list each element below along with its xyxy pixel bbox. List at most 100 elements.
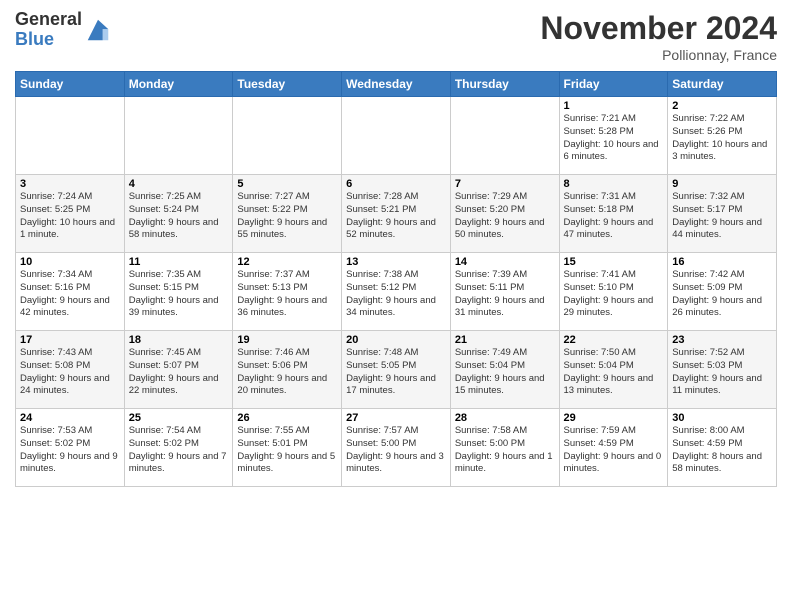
day-info: Sunrise: 7:32 AMSunset: 5:17 PMDaylight:… <box>672 191 762 240</box>
day-number: 9 <box>672 178 772 190</box>
day-number: 1 <box>564 100 664 112</box>
calendar-cell-w2-d4: 7Sunrise: 7:29 AMSunset: 5:20 PMDaylight… <box>450 175 559 253</box>
day-info: Sunrise: 7:24 AMSunset: 5:25 PMDaylight:… <box>20 191 115 240</box>
week-row-3: 10Sunrise: 7:34 AMSunset: 5:16 PMDayligh… <box>16 253 777 331</box>
logo: General Blue <box>15 10 112 50</box>
day-info: Sunrise: 7:52 AMSunset: 5:03 PMDaylight:… <box>672 347 762 396</box>
week-row-2: 3Sunrise: 7:24 AMSunset: 5:25 PMDaylight… <box>16 175 777 253</box>
day-number: 14 <box>455 256 555 268</box>
month-title: November 2024 <box>540 10 777 47</box>
day-info: Sunrise: 8:00 AMSunset: 4:59 PMDaylight:… <box>672 425 762 474</box>
header-saturday: Saturday <box>668 72 777 97</box>
week-row-4: 17Sunrise: 7:43 AMSunset: 5:08 PMDayligh… <box>16 331 777 409</box>
day-info: Sunrise: 7:43 AMSunset: 5:08 PMDaylight:… <box>20 347 110 396</box>
day-info: Sunrise: 7:21 AMSunset: 5:28 PMDaylight:… <box>564 113 659 162</box>
day-info: Sunrise: 7:59 AMSunset: 4:59 PMDaylight:… <box>564 425 662 474</box>
title-block: November 2024 Pollionnay, France <box>540 10 777 63</box>
weekday-header-row: Sunday Monday Tuesday Wednesday Thursday… <box>16 72 777 97</box>
calendar-cell-w4-d6: 23Sunrise: 7:52 AMSunset: 5:03 PMDayligh… <box>668 331 777 409</box>
calendar-cell-w4-d4: 21Sunrise: 7:49 AMSunset: 5:04 PMDayligh… <box>450 331 559 409</box>
calendar-cell-w4-d1: 18Sunrise: 7:45 AMSunset: 5:07 PMDayligh… <box>124 331 233 409</box>
day-number: 6 <box>346 178 446 190</box>
location: Pollionnay, France <box>540 47 777 63</box>
day-info: Sunrise: 7:48 AMSunset: 5:05 PMDaylight:… <box>346 347 436 396</box>
calendar-cell-w1-d6: 2Sunrise: 7:22 AMSunset: 5:26 PMDaylight… <box>668 97 777 175</box>
day-number: 17 <box>20 334 120 346</box>
day-info: Sunrise: 7:25 AMSunset: 5:24 PMDaylight:… <box>129 191 219 240</box>
day-info: Sunrise: 7:50 AMSunset: 5:04 PMDaylight:… <box>564 347 654 396</box>
day-number: 18 <box>129 334 229 346</box>
day-info: Sunrise: 7:54 AMSunset: 5:02 PMDaylight:… <box>129 425 227 474</box>
day-number: 21 <box>455 334 555 346</box>
page-container: General Blue November 2024 Pollionnay, F… <box>0 0 792 492</box>
calendar-cell-w1-d5: 1Sunrise: 7:21 AMSunset: 5:28 PMDaylight… <box>559 97 668 175</box>
day-number: 29 <box>564 412 664 424</box>
calendar-cell-w2-d5: 8Sunrise: 7:31 AMSunset: 5:18 PMDaylight… <box>559 175 668 253</box>
day-info: Sunrise: 7:42 AMSunset: 5:09 PMDaylight:… <box>672 269 762 318</box>
page-header: General Blue November 2024 Pollionnay, F… <box>15 10 777 63</box>
day-info: Sunrise: 7:49 AMSunset: 5:04 PMDaylight:… <box>455 347 545 396</box>
calendar-cell-w2-d6: 9Sunrise: 7:32 AMSunset: 5:17 PMDaylight… <box>668 175 777 253</box>
day-info: Sunrise: 7:53 AMSunset: 5:02 PMDaylight:… <box>20 425 118 474</box>
header-monday: Monday <box>124 72 233 97</box>
calendar-cell-w5-d2: 26Sunrise: 7:55 AMSunset: 5:01 PMDayligh… <box>233 409 342 487</box>
day-number: 26 <box>237 412 337 424</box>
calendar-cell-w3-d1: 11Sunrise: 7:35 AMSunset: 5:15 PMDayligh… <box>124 253 233 331</box>
day-number: 12 <box>237 256 337 268</box>
calendar-cell-w2-d0: 3Sunrise: 7:24 AMSunset: 5:25 PMDaylight… <box>16 175 125 253</box>
day-number: 25 <box>129 412 229 424</box>
calendar-cell-w5-d1: 25Sunrise: 7:54 AMSunset: 5:02 PMDayligh… <box>124 409 233 487</box>
day-info: Sunrise: 7:41 AMSunset: 5:10 PMDaylight:… <box>564 269 654 318</box>
day-number: 23 <box>672 334 772 346</box>
calendar-cell-w4-d3: 20Sunrise: 7:48 AMSunset: 5:05 PMDayligh… <box>342 331 451 409</box>
day-number: 30 <box>672 412 772 424</box>
day-info: Sunrise: 7:34 AMSunset: 5:16 PMDaylight:… <box>20 269 110 318</box>
day-number: 4 <box>129 178 229 190</box>
day-number: 8 <box>564 178 664 190</box>
calendar-cell-w3-d2: 12Sunrise: 7:37 AMSunset: 5:13 PMDayligh… <box>233 253 342 331</box>
day-number: 7 <box>455 178 555 190</box>
logo-general: General <box>15 10 82 30</box>
day-number: 11 <box>129 256 229 268</box>
calendar-cell-w1-d4 <box>450 97 559 175</box>
calendar-cell-w1-d3 <box>342 97 451 175</box>
day-number: 28 <box>455 412 555 424</box>
header-tuesday: Tuesday <box>233 72 342 97</box>
header-wednesday: Wednesday <box>342 72 451 97</box>
calendar-cell-w4-d0: 17Sunrise: 7:43 AMSunset: 5:08 PMDayligh… <box>16 331 125 409</box>
calendar-table: Sunday Monday Tuesday Wednesday Thursday… <box>15 71 777 487</box>
calendar-cell-w5-d4: 28Sunrise: 7:58 AMSunset: 5:00 PMDayligh… <box>450 409 559 487</box>
calendar-cell-w5-d3: 27Sunrise: 7:57 AMSunset: 5:00 PMDayligh… <box>342 409 451 487</box>
day-number: 22 <box>564 334 664 346</box>
calendar-cell-w5-d5: 29Sunrise: 7:59 AMSunset: 4:59 PMDayligh… <box>559 409 668 487</box>
day-number: 19 <box>237 334 337 346</box>
day-info: Sunrise: 7:55 AMSunset: 5:01 PMDaylight:… <box>237 425 335 474</box>
calendar-cell-w3-d4: 14Sunrise: 7:39 AMSunset: 5:11 PMDayligh… <box>450 253 559 331</box>
logo-blue: Blue <box>15 30 82 50</box>
day-number: 5 <box>237 178 337 190</box>
day-info: Sunrise: 7:22 AMSunset: 5:26 PMDaylight:… <box>672 113 767 162</box>
day-number: 20 <box>346 334 446 346</box>
day-number: 16 <box>672 256 772 268</box>
day-info: Sunrise: 7:28 AMSunset: 5:21 PMDaylight:… <box>346 191 436 240</box>
day-number: 15 <box>564 256 664 268</box>
day-number: 27 <box>346 412 446 424</box>
day-info: Sunrise: 7:27 AMSunset: 5:22 PMDaylight:… <box>237 191 327 240</box>
calendar-cell-w4-d5: 22Sunrise: 7:50 AMSunset: 5:04 PMDayligh… <box>559 331 668 409</box>
calendar-cell-w1-d2 <box>233 97 342 175</box>
calendar-cell-w2-d2: 5Sunrise: 7:27 AMSunset: 5:22 PMDaylight… <box>233 175 342 253</box>
day-info: Sunrise: 7:35 AMSunset: 5:15 PMDaylight:… <box>129 269 219 318</box>
calendar-cell-w5-d0: 24Sunrise: 7:53 AMSunset: 5:02 PMDayligh… <box>16 409 125 487</box>
logo-text: General Blue <box>15 10 82 50</box>
day-info: Sunrise: 7:58 AMSunset: 5:00 PMDaylight:… <box>455 425 553 474</box>
calendar-cell-w3-d6: 16Sunrise: 7:42 AMSunset: 5:09 PMDayligh… <box>668 253 777 331</box>
day-info: Sunrise: 7:38 AMSunset: 5:12 PMDaylight:… <box>346 269 436 318</box>
calendar-cell-w3-d0: 10Sunrise: 7:34 AMSunset: 5:16 PMDayligh… <box>16 253 125 331</box>
day-number: 3 <box>20 178 120 190</box>
calendar-cell-w2-d1: 4Sunrise: 7:25 AMSunset: 5:24 PMDaylight… <box>124 175 233 253</box>
logo-icon <box>84 16 112 44</box>
week-row-1: 1Sunrise: 7:21 AMSunset: 5:28 PMDaylight… <box>16 97 777 175</box>
header-thursday: Thursday <box>450 72 559 97</box>
header-friday: Friday <box>559 72 668 97</box>
header-sunday: Sunday <box>16 72 125 97</box>
